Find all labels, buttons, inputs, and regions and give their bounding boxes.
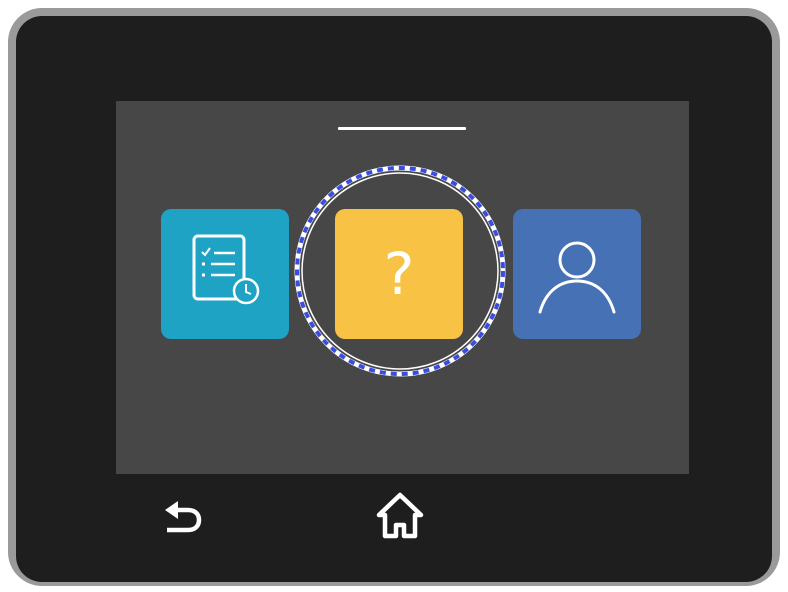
page-indicator xyxy=(338,127,466,130)
back-arrow-icon xyxy=(165,501,202,533)
home-button[interactable] xyxy=(372,487,428,543)
jobs-tile[interactable] xyxy=(161,209,289,339)
touch-screen: ? xyxy=(116,101,689,474)
job-list-clock-icon xyxy=(192,234,260,305)
home-icon xyxy=(376,492,424,539)
user-profile-icon xyxy=(538,241,616,314)
help-tile[interactable]: ? xyxy=(335,209,463,339)
question-mark-icon: ? xyxy=(383,240,415,308)
back-button[interactable] xyxy=(154,488,210,544)
account-tile[interactable] xyxy=(513,209,641,339)
